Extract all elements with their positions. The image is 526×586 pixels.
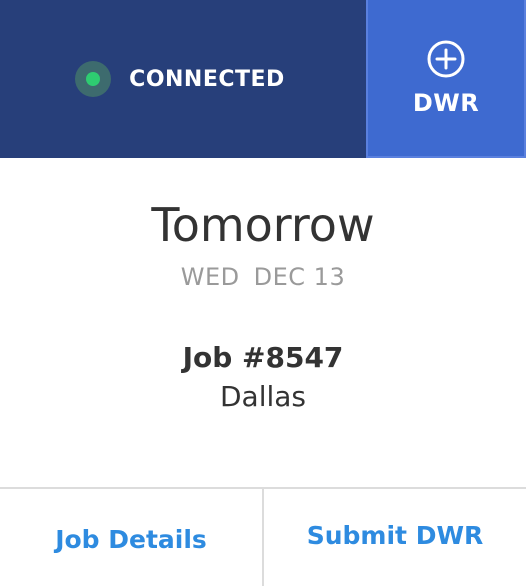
submit-dwr-button[interactable]: Submit DWR (264, 489, 526, 586)
date-label: DEC 13 (253, 263, 346, 291)
status-label: CONNECTED (129, 66, 285, 92)
connection-status: CONNECTED (0, 0, 366, 158)
job-location: Dallas (219, 380, 307, 413)
card-header: CONNECTED DWR (0, 0, 526, 158)
dwr-button-label: DWR (412, 89, 480, 117)
status-indicator-icon (75, 61, 112, 97)
date-line: WED DEC 13 (0, 263, 526, 291)
plus-circle-icon (426, 39, 466, 79)
day-title: Tomorrow (151, 198, 375, 252)
job-details-button[interactable]: Job Details (0, 489, 262, 586)
job-number: Job #8547 (182, 341, 344, 374)
status-dot (86, 72, 101, 86)
add-dwr-button[interactable]: DWR (366, 0, 526, 158)
job-card: CONNECTED DWR Tomorrow WED DEC 13 Job #85… (0, 0, 526, 586)
weekday-label: WED (180, 263, 240, 291)
card-footer: Job Details Submit DWR (0, 487, 526, 586)
